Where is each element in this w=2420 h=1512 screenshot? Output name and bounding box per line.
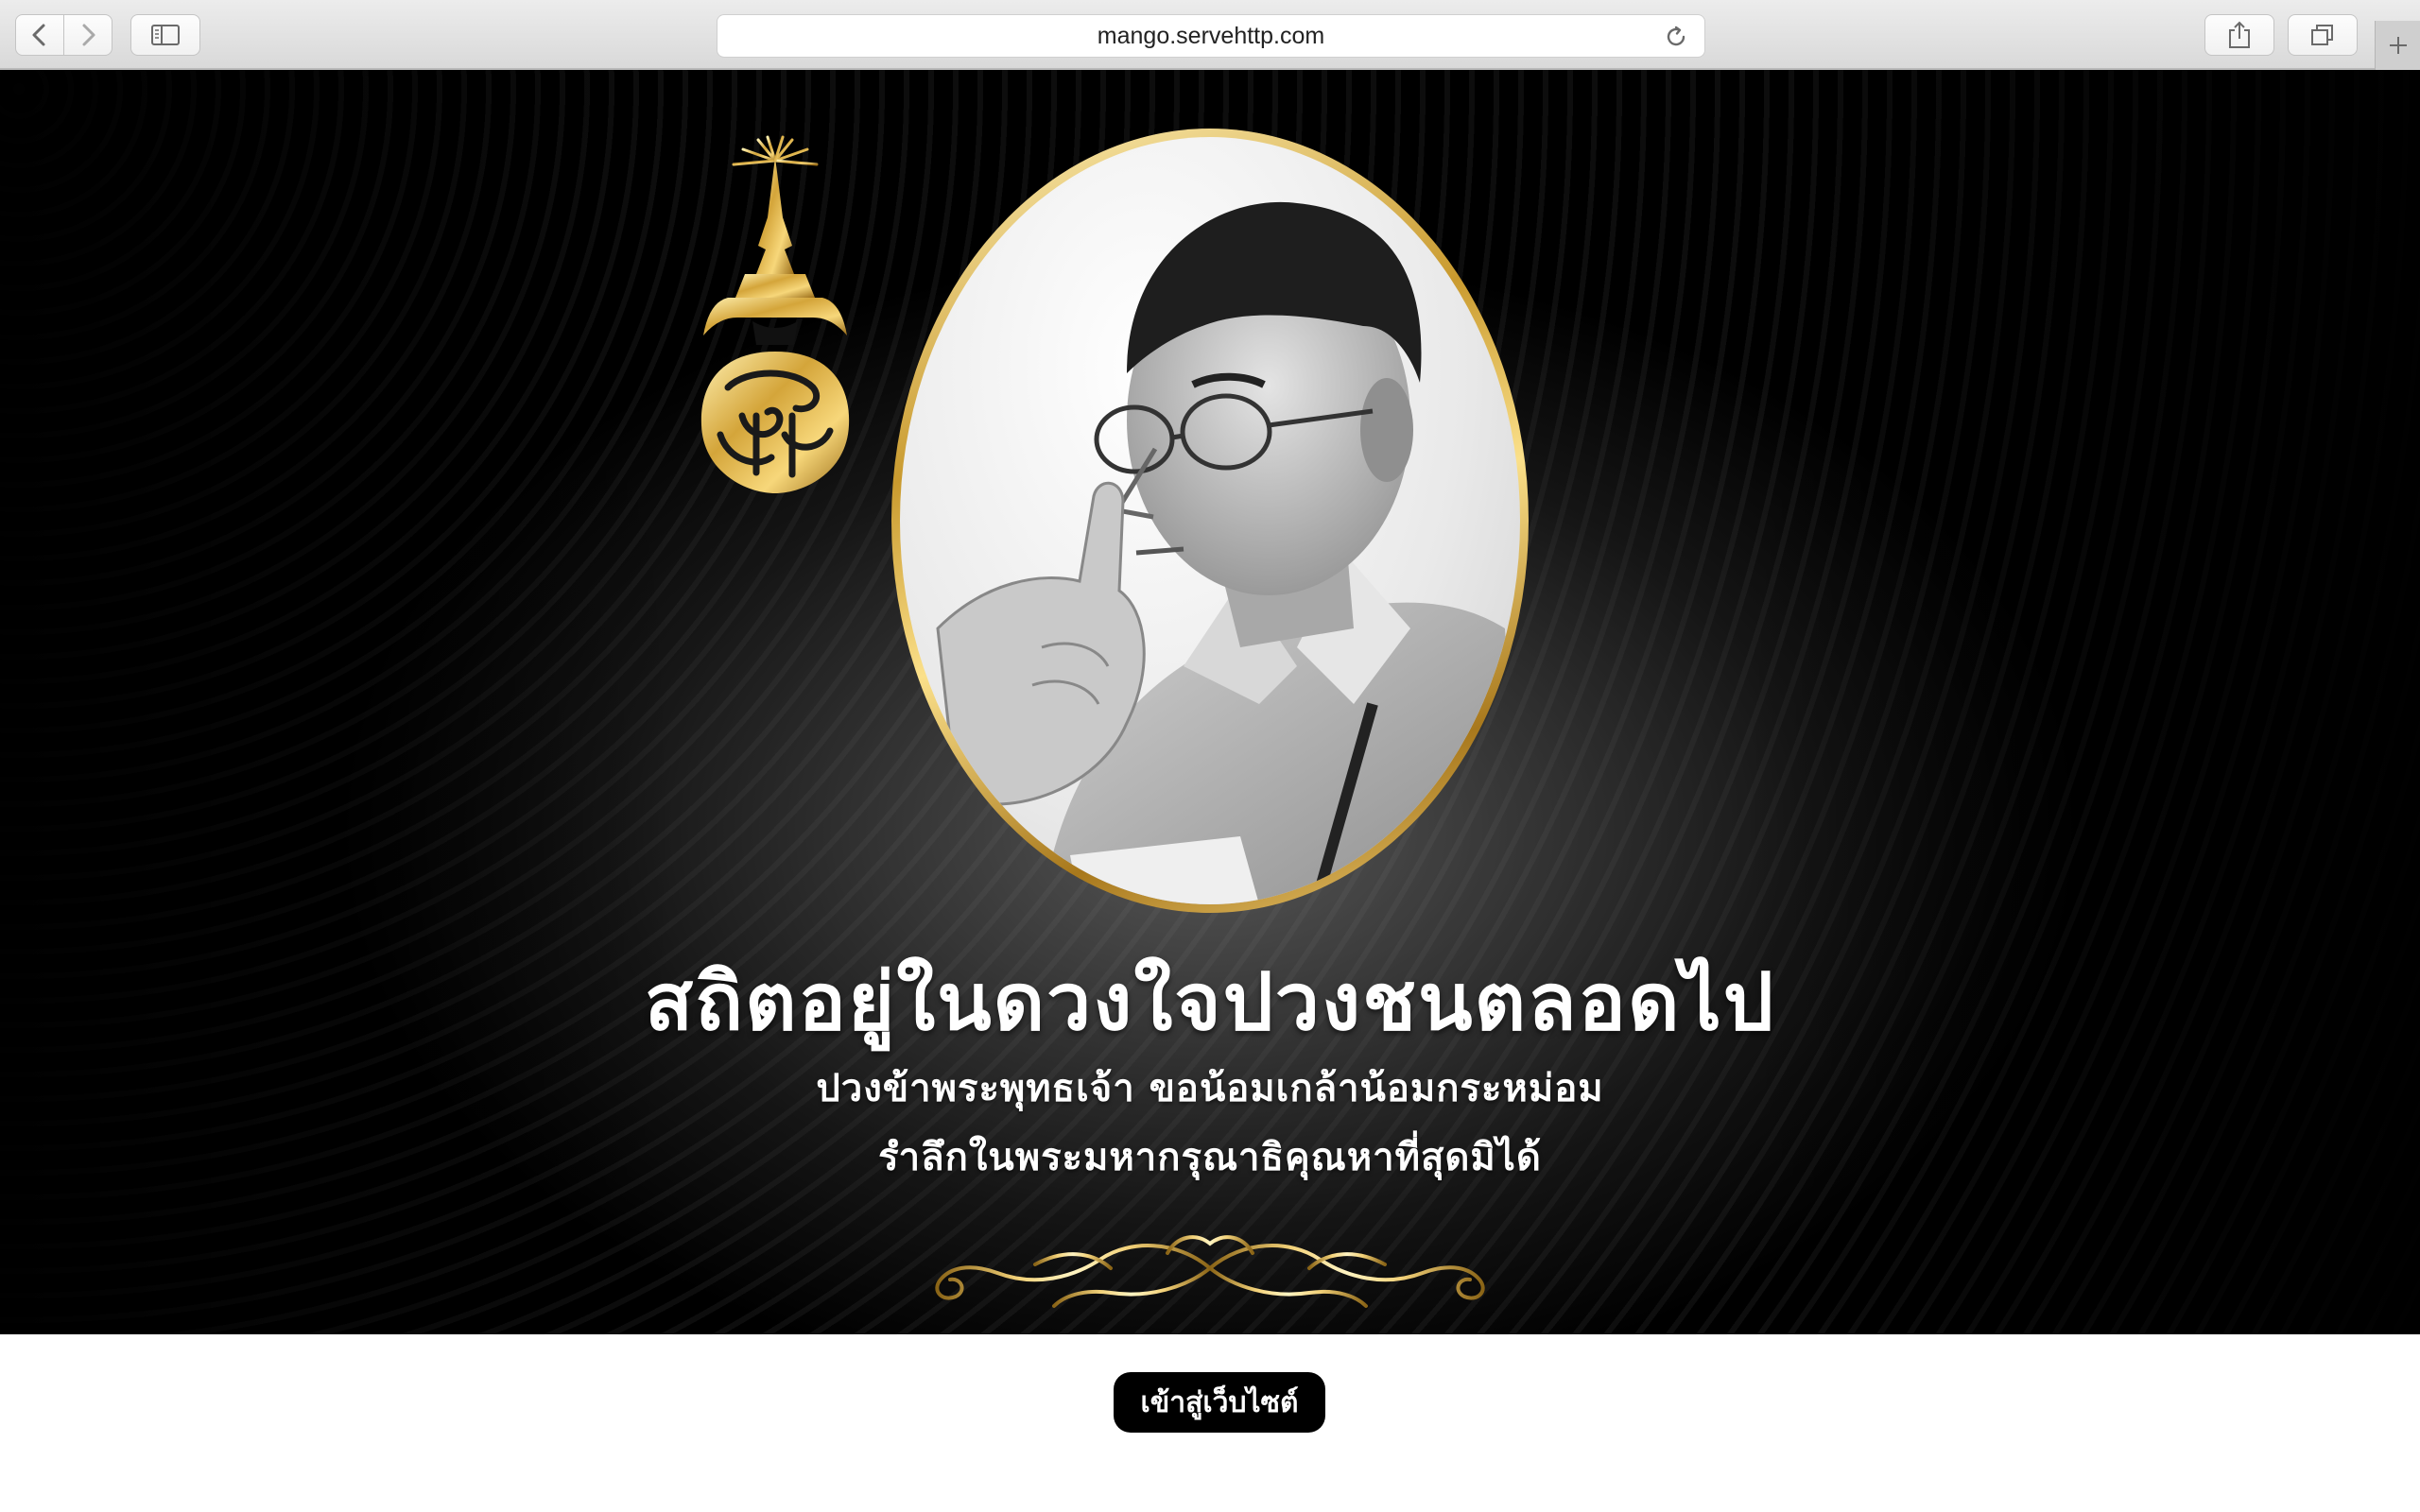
king-portrait [900,137,1520,904]
headline-text: สถิตอยู่ในดวงใจปวงชนตลอดไป [644,955,1776,1048]
new-tab-button[interactable] [2375,21,2420,70]
reload-button[interactable] [1663,24,1689,50]
browser-toolbar: mango.servehttp.com [0,0,2420,70]
tribute-line-2: รำลึกในพระมหากรุณาธิคุณหาที่สุดมิได้ [878,1136,1542,1179]
tribute-line-1: ปวงข้าพระพุทธเจ้า ขอน้อมเกล้าน้อมกระหม่อ… [816,1067,1604,1110]
royal-emblem-icon [700,134,850,493]
gold-flourish-ornament [935,1235,1485,1308]
enter-website-button[interactable]: เข้าสู่เว็บไซต์ [1114,1372,1325,1433]
tabs-overview-button[interactable] [2288,14,2358,56]
share-button[interactable] [2204,14,2274,56]
back-button[interactable] [15,14,64,56]
portrait-frame [891,129,1529,913]
plus-icon [2389,37,2407,54]
reload-icon [1667,26,1685,46]
sidebar-icon [151,25,180,45]
sidebar-button[interactable] [130,14,200,56]
tabs-overview-icon [2311,25,2333,45]
url-text: mango.servehttp.com [1097,22,1325,49]
share-icon [2229,21,2250,48]
forward-button[interactable] [63,14,112,56]
memorial-banner: สถิตอยู่ในดวงใจปวงชนตลอดไป ปวงข้าพระพุทธ… [0,70,2420,1334]
chevron-right-icon [82,24,95,46]
address-bar[interactable]: mango.servehttp.com [717,14,1705,58]
chevron-left-icon [32,24,45,46]
